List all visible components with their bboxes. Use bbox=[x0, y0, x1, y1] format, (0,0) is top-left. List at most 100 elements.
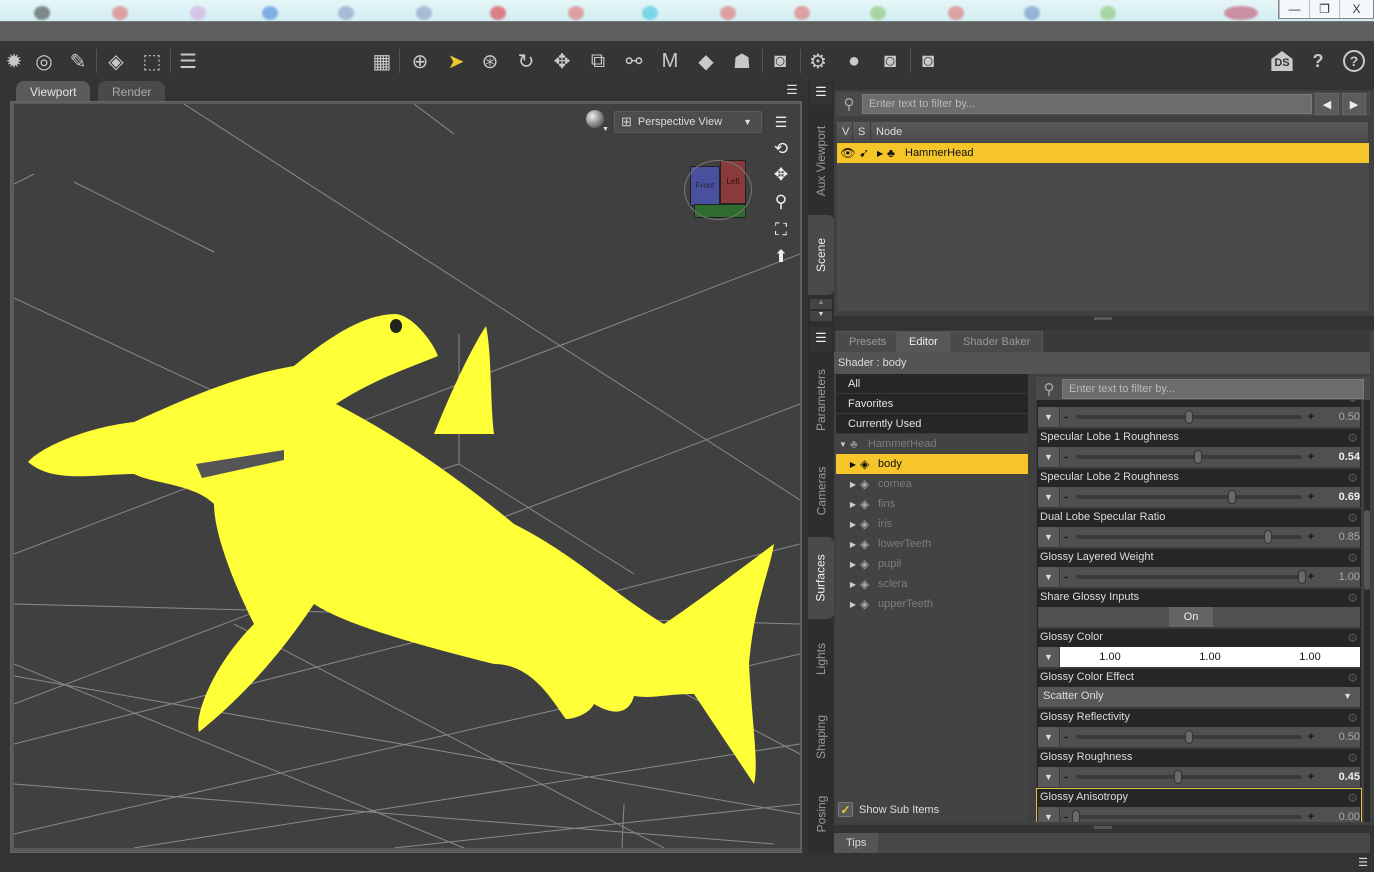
increment-button[interactable]: + bbox=[1306, 411, 1316, 423]
slider-knob[interactable] bbox=[1173, 770, 1182, 784]
slider-track[interactable] bbox=[1076, 490, 1302, 504]
decrement-button[interactable]: - bbox=[1060, 811, 1072, 822]
material-row[interactable]: ▶ ◈ body bbox=[836, 454, 1028, 474]
viewport-options-menu-icon[interactable]: ☰ bbox=[782, 82, 802, 100]
select-cursor-icon[interactable]: ➹ bbox=[859, 146, 877, 160]
gear-icon[interactable]: ⚙ bbox=[1347, 431, 1358, 445]
column-visible[interactable]: V bbox=[837, 122, 853, 142]
slider-value[interactable]: 0.00 bbox=[1316, 811, 1360, 822]
slider-value[interactable]: 1.00 bbox=[1316, 571, 1360, 583]
help-icon[interactable]: ? bbox=[1340, 47, 1368, 75]
eye-icon[interactable]: 👁 bbox=[837, 146, 859, 160]
tab-lights[interactable]: Lights bbox=[808, 625, 834, 693]
shading-mode-button[interactable]: ▼ bbox=[586, 110, 609, 134]
whats-this-icon[interactable]: ? bbox=[1304, 47, 1332, 75]
tab-editor[interactable]: Editor bbox=[896, 331, 951, 352]
primitive-icon[interactable]: ◈ bbox=[102, 47, 130, 75]
chevron-down-icon[interactable]: ▼ bbox=[1038, 527, 1060, 547]
slider-knob[interactable] bbox=[1264, 530, 1273, 544]
slider-value[interactable]: 0.50 bbox=[1316, 411, 1360, 423]
collapse-arrow-icon[interactable]: ▼ bbox=[836, 440, 850, 449]
tree-figure-row[interactable]: ▼ ♣ HammerHead bbox=[836, 434, 1028, 454]
camera-gear-icon[interactable]: ◙ bbox=[876, 47, 904, 75]
gear-icon[interactable]: ⚙ bbox=[1347, 751, 1358, 765]
tab-cameras[interactable]: Cameras bbox=[808, 451, 834, 531]
slider-knob[interactable] bbox=[1298, 570, 1306, 584]
increment-button[interactable]: + bbox=[1306, 531, 1316, 543]
light-burst-icon[interactable]: ✹ bbox=[0, 47, 28, 75]
expand-arrow-icon[interactable]: ▶ bbox=[846, 460, 860, 469]
search-icon[interactable]: ⚲ bbox=[836, 95, 862, 113]
frame-icon[interactable]: ⛶ bbox=[768, 218, 794, 242]
daz-home-icon[interactable]: DS bbox=[1268, 47, 1296, 75]
material-row[interactable]: ▶ ◈ lowerTeeth bbox=[836, 534, 1028, 554]
expand-arrow-icon[interactable]: ▶ bbox=[846, 520, 860, 529]
increment-button[interactable]: + bbox=[1306, 571, 1316, 583]
column-node[interactable]: Node bbox=[871, 122, 1369, 142]
cursor-icon[interactable]: ➤ bbox=[442, 47, 470, 75]
scene-filter-input[interactable] bbox=[862, 94, 1312, 114]
camera-icon[interactable]: ◙ bbox=[914, 47, 942, 75]
scroll-down-button[interactable]: ▼ bbox=[810, 311, 832, 321]
distant-light-icon[interactable]: ◎ bbox=[30, 47, 58, 75]
chevron-down-icon[interactable]: ▼ bbox=[1038, 447, 1060, 467]
slider-value[interactable]: 0.45 bbox=[1316, 771, 1360, 783]
scale-icon[interactable]: ⧉ bbox=[584, 47, 612, 75]
increment-button[interactable]: + bbox=[1306, 811, 1316, 822]
slider-value[interactable]: 0.50 bbox=[1316, 731, 1360, 743]
gear-icon[interactable]: ⚙ bbox=[1347, 671, 1358, 685]
color-channel-value[interactable]: 1.00 bbox=[1199, 651, 1220, 663]
expand-arrow-icon[interactable]: ▶ bbox=[846, 500, 860, 509]
minimize-button[interactable]: — bbox=[1279, 0, 1309, 18]
expand-arrow-icon[interactable]: ▶ bbox=[846, 580, 860, 589]
search-icon[interactable]: ⚲ bbox=[1036, 380, 1062, 398]
align-icon[interactable]: ☰ bbox=[174, 47, 202, 75]
view-cube[interactable]: Front Left bbox=[684, 156, 752, 224]
slider-track[interactable] bbox=[1072, 810, 1302, 822]
cursor-gear-icon[interactable]: ⚙ bbox=[804, 47, 832, 75]
tab-shaping[interactable]: Shaping bbox=[808, 699, 834, 775]
chevron-down-icon[interactable]: ▼ bbox=[1038, 407, 1060, 427]
camera-cursor-icon[interactable]: ◙ bbox=[766, 47, 794, 75]
bone-icon[interactable]: ⚯ bbox=[620, 47, 648, 75]
material-row[interactable]: ▶ ◈ sclera bbox=[836, 574, 1028, 594]
expand-arrow-icon[interactable]: ▶ bbox=[877, 149, 887, 158]
decrement-button[interactable]: - bbox=[1060, 571, 1072, 583]
tab-shader-baker[interactable]: Shader Baker bbox=[950, 331, 1044, 352]
slider-track[interactable] bbox=[1076, 770, 1302, 784]
properties-scrollbar-thumb[interactable] bbox=[1364, 510, 1370, 590]
null-icon[interactable]: ⬚ bbox=[138, 47, 166, 75]
slider-track[interactable] bbox=[1076, 530, 1302, 544]
slider-value[interactable]: 0.54 bbox=[1316, 451, 1360, 463]
tab-scene[interactable]: Scene bbox=[808, 215, 834, 295]
decrement-button[interactable]: - bbox=[1060, 771, 1072, 783]
gear-icon[interactable]: ⚙ bbox=[1347, 551, 1358, 565]
color-channel-value[interactable]: 1.00 bbox=[1299, 651, 1320, 663]
prev-button[interactable]: ◀ bbox=[1315, 93, 1339, 115]
view-select-dropdown[interactable]: ⊞ Perspective View ▼ bbox=[614, 111, 762, 133]
gear-icon[interactable]: ⚙ bbox=[1347, 471, 1358, 485]
increment-button[interactable]: + bbox=[1306, 451, 1316, 463]
chevron-down-icon[interactable]: ▼ bbox=[1038, 807, 1060, 822]
tab-render-library[interactable]: Render Library bbox=[98, 81, 166, 113]
increment-button[interactable]: + bbox=[1306, 491, 1316, 503]
orbit-icon[interactable]: ⟲ bbox=[768, 137, 794, 161]
category-favorites[interactable]: Favorites bbox=[836, 394, 1028, 414]
pane-splitter-handle[interactable] bbox=[1094, 826, 1112, 829]
sphere-gear-icon[interactable]: ● bbox=[840, 47, 868, 75]
chevron-down-icon[interactable]: ▼ bbox=[1038, 647, 1060, 667]
slider-knob[interactable] bbox=[1227, 490, 1236, 504]
slider-value[interactable]: 0.69 bbox=[1316, 491, 1360, 503]
select-dropdown[interactable]: Scatter Only ▼ bbox=[1038, 687, 1360, 707]
zoom-icon[interactable]: ⚲ bbox=[768, 190, 794, 214]
m-icon[interactable]: M bbox=[656, 47, 684, 75]
rotate-translate-icon[interactable]: ⊛ bbox=[476, 47, 504, 75]
chevron-down-icon[interactable]: ▼ bbox=[1038, 487, 1060, 507]
universal-tool-icon[interactable]: ⊕ bbox=[406, 47, 434, 75]
chevron-down-icon[interactable]: ▼ bbox=[1038, 727, 1060, 747]
viewport-menu-icon[interactable]: ☰ bbox=[768, 110, 794, 134]
reset-view-icon[interactable]: ⬆ bbox=[768, 245, 794, 269]
hammerhead-model[interactable] bbox=[28, 314, 774, 784]
decrement-button[interactable]: - bbox=[1060, 731, 1072, 743]
properties-filter-input[interactable] bbox=[1062, 379, 1364, 399]
